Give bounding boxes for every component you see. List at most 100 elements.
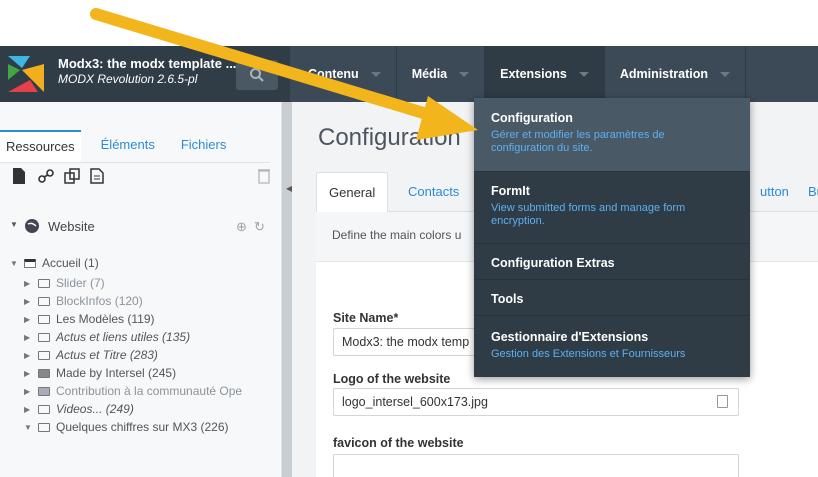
chevron-down-icon [370,71,381,77]
chevron-down-icon: ▼ [24,422,32,432]
search-button[interactable] [236,60,278,90]
chevron-down-icon: ▼ [10,258,18,268]
logo-filename: logo_intersel_600x173.jpg [342,395,488,409]
new-document-icon[interactable] [12,168,26,184]
image-file-icon[interactable] [717,395,728,408]
menu-item-title: Gestionnaire d'Extensions [491,330,649,344]
tree-row[interactable]: ▶ Actus et Titre (283) [24,346,158,364]
tree-item-label: Actus et liens utiles (135) [56,330,191,344]
folder-icon [24,258,36,268]
tab-fichiers[interactable]: Fichiers [175,130,233,162]
weblink-icon[interactable] [38,168,54,184]
extensions-dropdown-menu: Configuration Gérer et modifier les para… [474,98,750,377]
chevron-right-icon: ▶ [24,386,31,396]
nav-label: Média [411,67,448,81]
nav-label: Contenu [308,67,359,81]
tree-toolbar [12,168,272,192]
globe-icon [25,219,39,233]
tree-row[interactable]: ▶ Les Modèles (119) [24,310,155,328]
page-title: Configuration [318,124,461,151]
tree-item-label: Contribution à la communauté Ope [56,384,243,398]
folder-icon [38,296,50,306]
menu-item-title: Tools [491,292,524,306]
menu-item-title: FormIt [491,184,530,198]
folder-icon [38,332,50,342]
trash-icon[interactable] [258,168,270,184]
chevron-down-icon [459,71,470,77]
chevron-down-icon: ▼ [10,220,18,229]
tree-row[interactable]: ▶ Made by Intersel (245) [24,364,176,382]
menu-item-title: Configuration Extras [491,256,615,270]
tab-contacts[interactable]: Contacts [408,184,459,199]
folder-icon [38,422,50,432]
tab-ressources[interactable]: Ressources [0,130,81,162]
tree-item-label: Slider (7) [56,276,105,290]
menu-item-package-manager[interactable]: Gestionnaire d'Extensions Gestion des Ex… [474,316,750,377]
tree-row[interactable]: ▶ Contribution à la communauté Ope [24,382,242,400]
menu-item-description: View submitted forms and manage form enc… [491,202,686,227]
resource-tree-panel: Ressources Éléments Fichiers ▼ Website ⊕… [0,102,282,477]
symlink-icon[interactable] [64,168,80,184]
tree-item-label: Videos... (249) [56,402,134,416]
chevron-right-icon: ▶ [24,332,31,342]
chevron-right-icon: ▶ [24,368,31,378]
nav-label: Extensions [500,67,567,81]
tree-row[interactable]: ▶ Slider (7) [24,274,105,292]
logo-field[interactable]: logo_intersel_600x173.jpg [333,388,739,416]
favicon-field[interactable] [333,454,739,477]
nav-administration[interactable]: Administration [605,46,747,102]
panel-splitter[interactable] [282,102,292,477]
tree-row[interactable]: ▶ Actus et liens utiles (135) [24,328,190,346]
site-version: MODX Revolution 2.6.5-pl [58,72,198,86]
site-name-label: Site Name* [333,311,399,325]
divider [0,162,270,163]
tree-item-label: BlockInfos (120) [56,294,143,308]
main-nav: Contenu Média Extensions Administration [293,46,747,102]
tab-elements[interactable]: Éléments [95,130,161,162]
chevron-down-icon [578,71,589,77]
panel-tabs: Ressources Éléments Fichiers [0,130,232,162]
top-bar: Modx3: the modx template ... MODX Revolu… [0,46,818,102]
favicon-label: favicon of the website [333,436,464,450]
menu-item-tools[interactable]: Tools [474,280,750,316]
menu-item-description: Gestion des Extensions et Fournisseurs [491,348,686,360]
nav-extensions[interactable]: Extensions [485,46,605,102]
nav-media[interactable]: Média [397,46,486,102]
folder-icon [38,350,50,360]
menu-item-configuration-extras[interactable]: Configuration Extras [474,244,750,280]
menu-item-formit[interactable]: FormIt View submitted forms and manage f… [474,172,750,244]
screen: Modx3: the modx template ... MODX Revolu… [0,0,818,477]
tree-root-row[interactable]: ▼ Website ⊕ ↻ [10,218,272,238]
image-icon [38,386,50,396]
tree-row[interactable]: ▼ Accueil (1) [10,254,99,272]
menu-item-configuration[interactable]: Configuration Gérer et modifier les para… [474,98,750,172]
tree-item-label: Actus et Titre (283) [56,348,158,362]
menu-item-title: Configuration [491,111,573,125]
tree-row[interactable]: ▼ Quelques chiffres sur MX3 (226) [24,418,229,436]
static-resource-icon[interactable] [90,168,104,184]
modx-logo [8,56,44,92]
folder-icon [38,404,50,414]
tree-item-label: Accueil (1) [42,256,99,270]
chevron-right-icon: ▶ [24,350,31,360]
tab-button[interactable]: utton [760,184,789,199]
chevron-right-icon: ▶ [24,278,31,288]
menu-item-description: Gérer et modifier les paramètres de conf… [491,129,665,154]
tree-item-label: Quelques chiffres sur MX3 (226) [56,420,229,434]
nav-contenu[interactable]: Contenu [293,46,397,102]
plus-icon[interactable]: ⊕ [236,219,247,235]
folder-icon [38,278,50,288]
brand-area[interactable]: Modx3: the modx template ... MODX Revolu… [0,46,290,102]
folder-icon [38,314,50,324]
logo-label: Logo of the website [333,372,451,386]
tab-bu[interactable]: Bu [808,184,818,199]
tree-row[interactable]: ▶ Videos... (249) [24,400,134,418]
tree-row[interactable]: ▶ BlockInfos (120) [24,292,143,310]
tree-item-label: Les Modèles (119) [56,312,155,326]
chevron-right-icon: ▶ [24,404,31,414]
tab-general[interactable]: General [316,172,389,213]
search-icon [250,68,264,82]
refresh-icon[interactable]: ↻ [254,219,265,235]
chevron-right-icon: ▶ [24,314,31,324]
site-name: Modx3: the modx template ... [58,56,237,71]
